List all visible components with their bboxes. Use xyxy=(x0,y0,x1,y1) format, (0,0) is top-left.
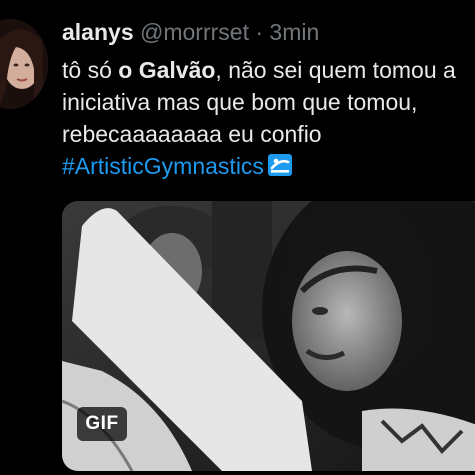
tweet: alanys @morrrset · 3min tô só o Galvão, … xyxy=(0,0,475,475)
author-handle[interactable]: @morrrset xyxy=(140,19,249,45)
gif-badge: GIF xyxy=(77,407,127,441)
tweet-text-line-3: rebecaaaaaaaa eu confio xyxy=(62,121,322,147)
tweet-text: tô só o Galvão, não sei quem tomou a ini… xyxy=(62,54,475,185)
header-separator: · xyxy=(255,19,264,45)
text-segment: tô só xyxy=(62,57,119,83)
tweet-header: alanys @morrrset · 3min xyxy=(62,18,319,46)
tweet-timestamp[interactable]: 3min xyxy=(269,19,319,45)
author-name[interactable]: alanys xyxy=(62,19,134,45)
tweet-text-line-4: #ArtisticGymnastics xyxy=(62,150,475,185)
tweet-media[interactable]: GIF xyxy=(62,201,475,471)
text-bold-segment: o Galvão xyxy=(118,57,216,83)
avatar-image xyxy=(0,19,48,109)
avatar[interactable] xyxy=(0,19,48,109)
text-segment: , não sei quem tomou a xyxy=(215,57,456,83)
tweet-text-line-2: iniciativa mas que bom que tomou, xyxy=(62,89,418,115)
hashtag-link[interactable]: #ArtisticGymnastics xyxy=(62,153,264,179)
tweet-text-line-1: tô só o Galvão, não sei quem tomou a xyxy=(62,54,475,86)
gymnast-pictogram-icon xyxy=(267,153,293,185)
